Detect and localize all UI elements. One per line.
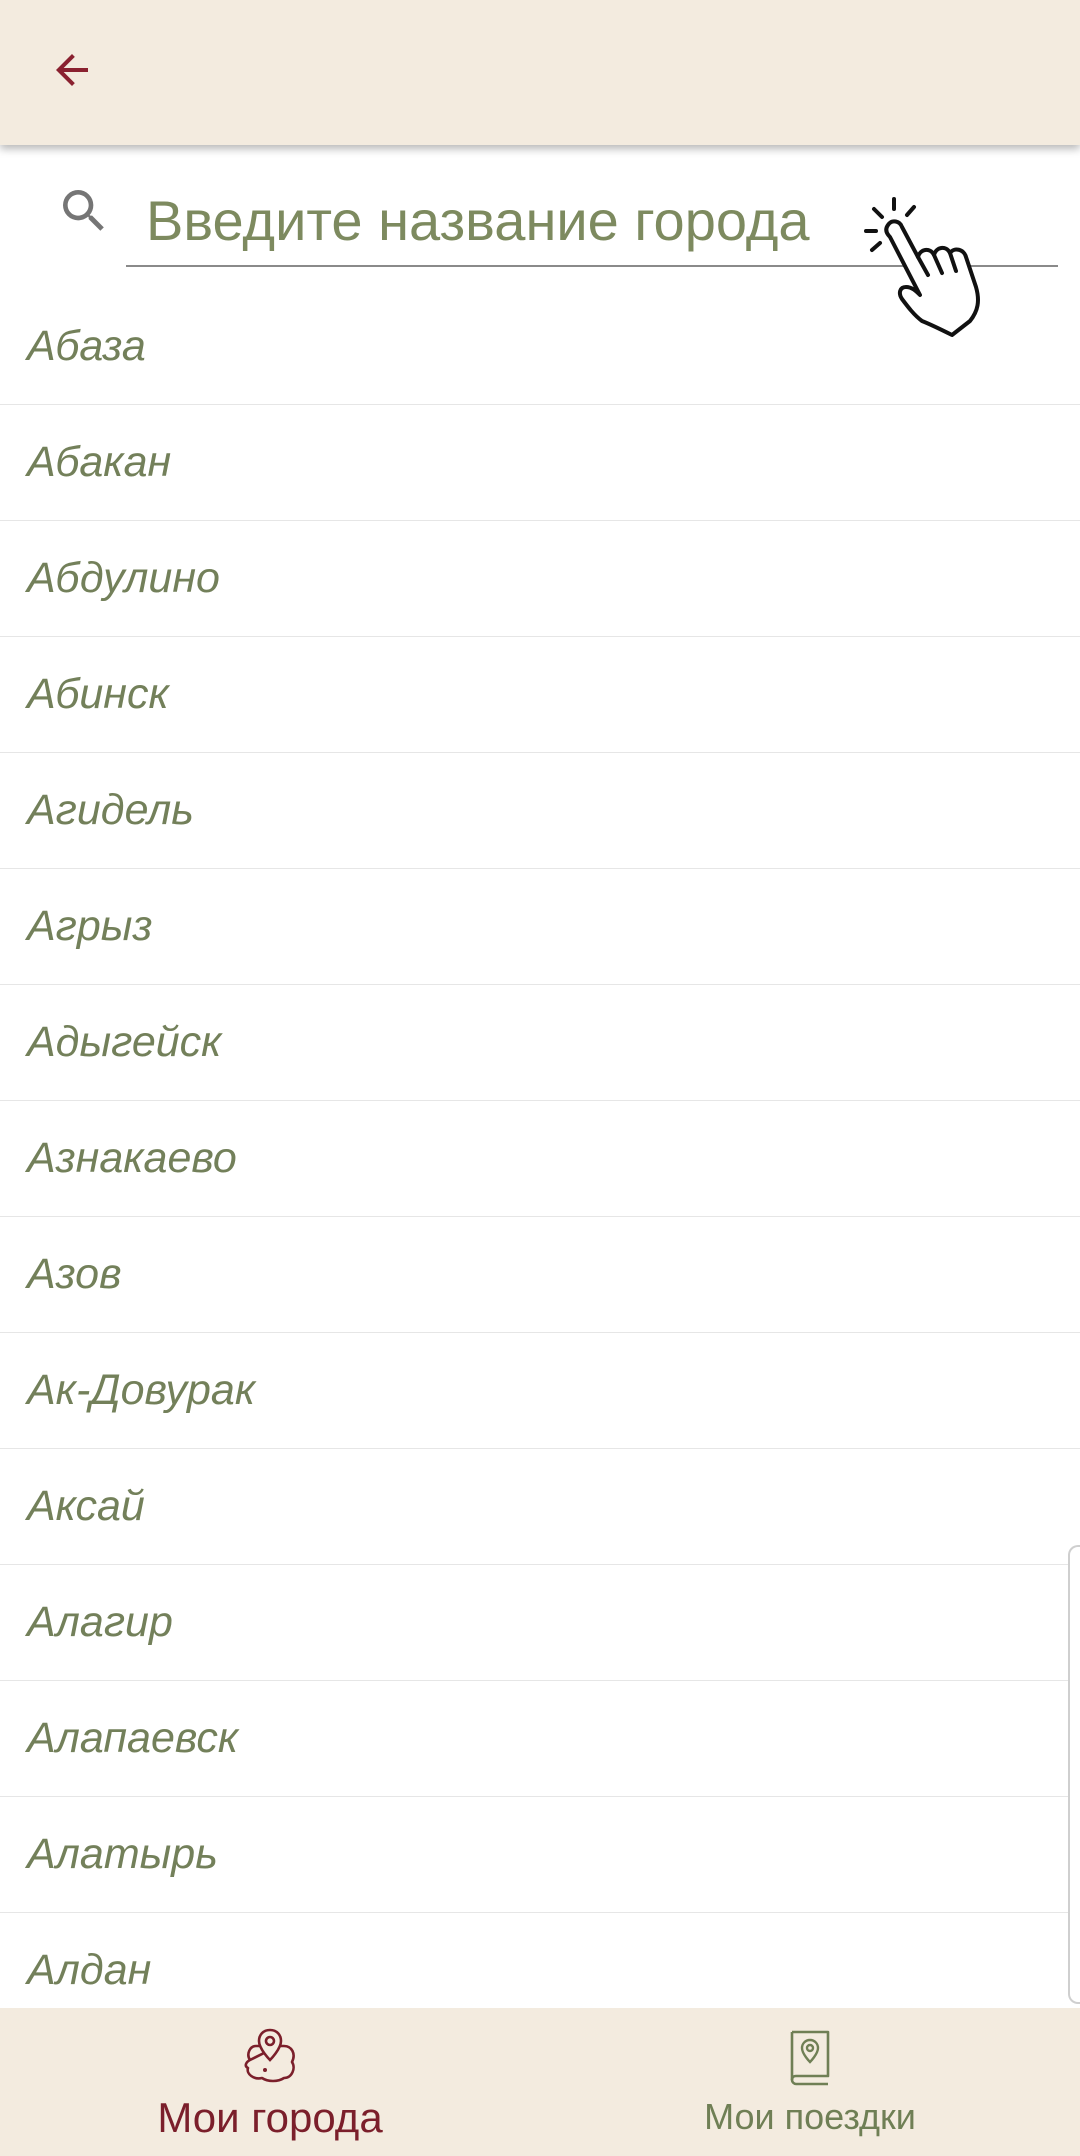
tab-my-trips-label: Мои поездки [704, 2096, 916, 2137]
city-list: Абаза Абакан Абдулино Абинск Агидель Агр… [0, 288, 1080, 2008]
city-list-item[interactable]: Азов [0, 1217, 1080, 1333]
map-pin-region-icon [244, 2028, 295, 2083]
search-icon [63, 190, 104, 231]
city-list-item[interactable]: Ак-Довурак [0, 1333, 1080, 1449]
tab-my-cities[interactable]: Мои города [0, 2008, 540, 2156]
city-search-screen: Абаза Абакан Абдулино Абинск Агидель Агр… [0, 0, 1080, 2156]
search-bar [0, 145, 1080, 337]
back-button[interactable] [34, 32, 110, 108]
city-list-item[interactable]: Адыгейск [0, 985, 1080, 1101]
tab-my-trips[interactable]: Мои поездки [540, 2008, 1080, 2156]
city-list-item[interactable]: Аксай [0, 1449, 1080, 1565]
city-list-item[interactable]: Абдулино [0, 521, 1080, 637]
app-bar [0, 0, 1080, 145]
tab-my-cities-label: Мои города [157, 2094, 383, 2141]
city-list-item[interactable]: Абакан [0, 405, 1080, 521]
city-list-item[interactable]: Алапаевск [0, 1681, 1080, 1797]
city-list-item[interactable]: Алагир [0, 1565, 1080, 1681]
city-list-item[interactable]: Алдан [0, 1913, 1080, 2008]
city-list-item[interactable]: Азнакаево [0, 1101, 1080, 1217]
city-list-item[interactable]: Алатырь [0, 1797, 1080, 1913]
city-list-item[interactable]: Агидель [0, 753, 1080, 869]
scrollbar-handle[interactable] [1068, 1545, 1080, 2004]
bottom-navigation: Мои города Мои поездки [0, 2008, 1080, 2156]
arrow-left-icon [56, 54, 88, 86]
city-list-item[interactable]: Агрыз [0, 869, 1080, 985]
city-search-input[interactable] [126, 175, 1058, 267]
city-list-item[interactable]: Абинск [0, 637, 1080, 753]
travel-book-icon [790, 2030, 830, 2086]
city-list-item[interactable]: Абаза [0, 288, 1080, 405]
